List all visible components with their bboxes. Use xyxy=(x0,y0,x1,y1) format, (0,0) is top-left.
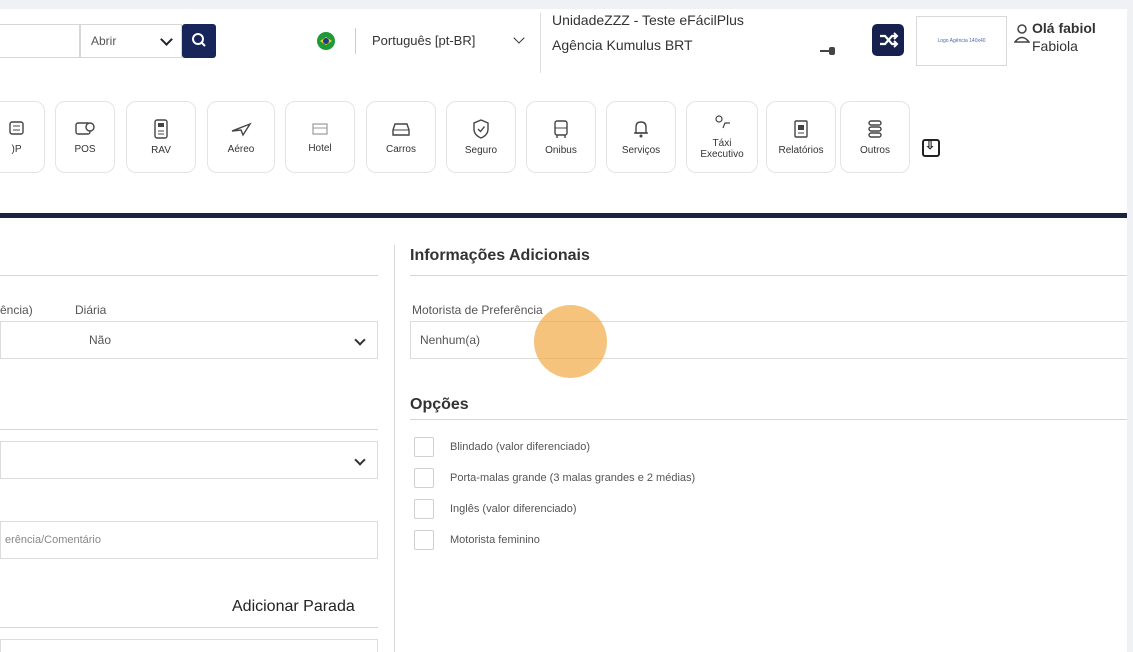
driver-select[interactable]: Nenhum(a) xyxy=(410,321,1127,359)
user-icon[interactable] xyxy=(1014,23,1030,45)
chevron-down-icon xyxy=(354,334,366,346)
car-icon xyxy=(392,122,410,136)
large-trunk-label: Porta-malas grande (3 malas grandes e 2 … xyxy=(450,472,696,484)
shuffle-icon xyxy=(880,32,899,48)
armored-label: Blindado (valor diferenciado) xyxy=(450,441,591,453)
preference-label: ência) xyxy=(0,303,33,317)
module-relatorios[interactable]: Relatórios xyxy=(766,101,836,173)
divider xyxy=(355,28,356,54)
module-label: RAV xyxy=(151,144,171,156)
module-label: Relatórios xyxy=(778,144,824,156)
female-driver-checkbox[interactable] xyxy=(414,530,434,550)
pos-icon xyxy=(75,121,95,135)
module-taxi[interactable]: Táxi Executivo xyxy=(686,101,758,173)
module-label: Hotel xyxy=(308,142,332,154)
module-toolbar: )P POS RAV Aéreo Hotel Carros Seguro Oni… xyxy=(0,101,1000,173)
chevron-down-icon xyxy=(354,454,366,466)
brazil-flag-icon[interactable] xyxy=(317,32,335,50)
search-input[interactable] xyxy=(0,24,80,58)
armored-checkbox[interactable] xyxy=(414,437,434,457)
rav-icon xyxy=(154,118,168,139)
module-seguro[interactable]: Seguro xyxy=(446,101,516,173)
comment-input[interactable]: erência/Comentário xyxy=(0,521,378,559)
stack-icon xyxy=(868,119,882,138)
module-servicos[interactable]: Serviços xyxy=(606,101,676,173)
user-name: Fabiola xyxy=(1032,38,1078,54)
section-divider xyxy=(410,419,1127,420)
module-aereo[interactable]: Aéreo xyxy=(207,101,275,173)
open-select[interactable]: Abrir xyxy=(80,24,182,58)
english-label: Inglês (valor diferenciado) xyxy=(450,503,577,515)
plug-icon[interactable] xyxy=(820,47,838,55)
module-rav[interactable]: RAV xyxy=(126,101,196,173)
section-divider xyxy=(0,627,378,628)
module-label: Serviços xyxy=(621,144,661,156)
shield-icon xyxy=(473,118,489,139)
search-button[interactable] xyxy=(182,24,216,58)
module-outros[interactable]: Outros xyxy=(840,101,910,173)
module-carros[interactable]: Carros xyxy=(366,101,436,173)
bus-icon xyxy=(554,119,568,138)
module-label: )P xyxy=(11,143,22,155)
comment-placeholder: erência/Comentário xyxy=(5,534,101,546)
module-label: Táxi Executivo xyxy=(700,138,744,160)
section-divider xyxy=(0,429,378,430)
left-select[interactable] xyxy=(0,441,378,479)
diaria-label: Diária xyxy=(75,303,107,317)
divider xyxy=(540,13,541,73)
user-greeting[interactable]: Olá fabiol xyxy=(1032,20,1096,36)
options-title: Opções xyxy=(410,396,469,413)
top-bar: Abrir Português [pt-BR] UnidadeZZZ - Tes… xyxy=(0,9,1127,81)
english-checkbox[interactable] xyxy=(414,499,434,519)
hotel-icon xyxy=(312,122,328,135)
module-hotel[interactable]: Hotel xyxy=(285,101,355,173)
chevron-down-icon[interactable] xyxy=(513,32,525,44)
taxi-icon xyxy=(715,115,730,129)
section-divider xyxy=(0,275,378,276)
module-label: Onibus xyxy=(545,144,577,156)
unit-name: UnidadeZZZ - Teste eFácilPlus xyxy=(552,12,744,28)
driver-label: Motorista de Preferência xyxy=(412,303,543,317)
op-icon xyxy=(8,120,24,135)
female-driver-label: Motorista feminino xyxy=(450,534,540,546)
bell-icon xyxy=(634,120,648,137)
module-op[interactable]: )P xyxy=(0,101,45,173)
export-icon[interactable] xyxy=(922,138,940,157)
large-trunk-checkbox[interactable] xyxy=(414,468,434,488)
search-icon xyxy=(192,33,206,47)
switch-unit-button[interactable] xyxy=(872,24,904,56)
module-label: Aéreo xyxy=(227,143,255,155)
section-divider xyxy=(410,275,1127,276)
agency-name: Agência Kumulus BRT xyxy=(552,37,693,53)
driver-value: Nenhum(a) xyxy=(420,333,481,347)
module-label: Outros xyxy=(859,144,890,156)
report-icon xyxy=(794,119,808,138)
module-label: Carros xyxy=(385,143,416,155)
diaria-value: Não xyxy=(89,333,112,347)
column-divider xyxy=(394,245,395,652)
add-stop-button[interactable]: Adicionar Parada xyxy=(232,598,355,616)
preference-select[interactable]: Não xyxy=(0,321,378,359)
additional-info-title: Informações Adicionais xyxy=(410,247,590,264)
language-select[interactable]: Português [pt-BR] xyxy=(372,33,475,48)
open-select-value: Abrir xyxy=(91,34,117,48)
agency-logo: Logo Agência 140x40 xyxy=(916,16,1007,66)
page-content: Abrir Português [pt-BR] UnidadeZZZ - Tes… xyxy=(0,9,1127,652)
module-onibus[interactable]: Onibus xyxy=(526,101,596,173)
module-label: Seguro xyxy=(464,144,498,156)
module-label: POS xyxy=(74,143,96,155)
click-indicator xyxy=(534,305,607,378)
module-pos[interactable]: POS xyxy=(55,101,115,173)
plane-icon xyxy=(231,122,252,137)
chevron-down-icon xyxy=(160,33,173,46)
stop-input[interactable] xyxy=(0,639,378,652)
header-divider xyxy=(0,213,1127,218)
